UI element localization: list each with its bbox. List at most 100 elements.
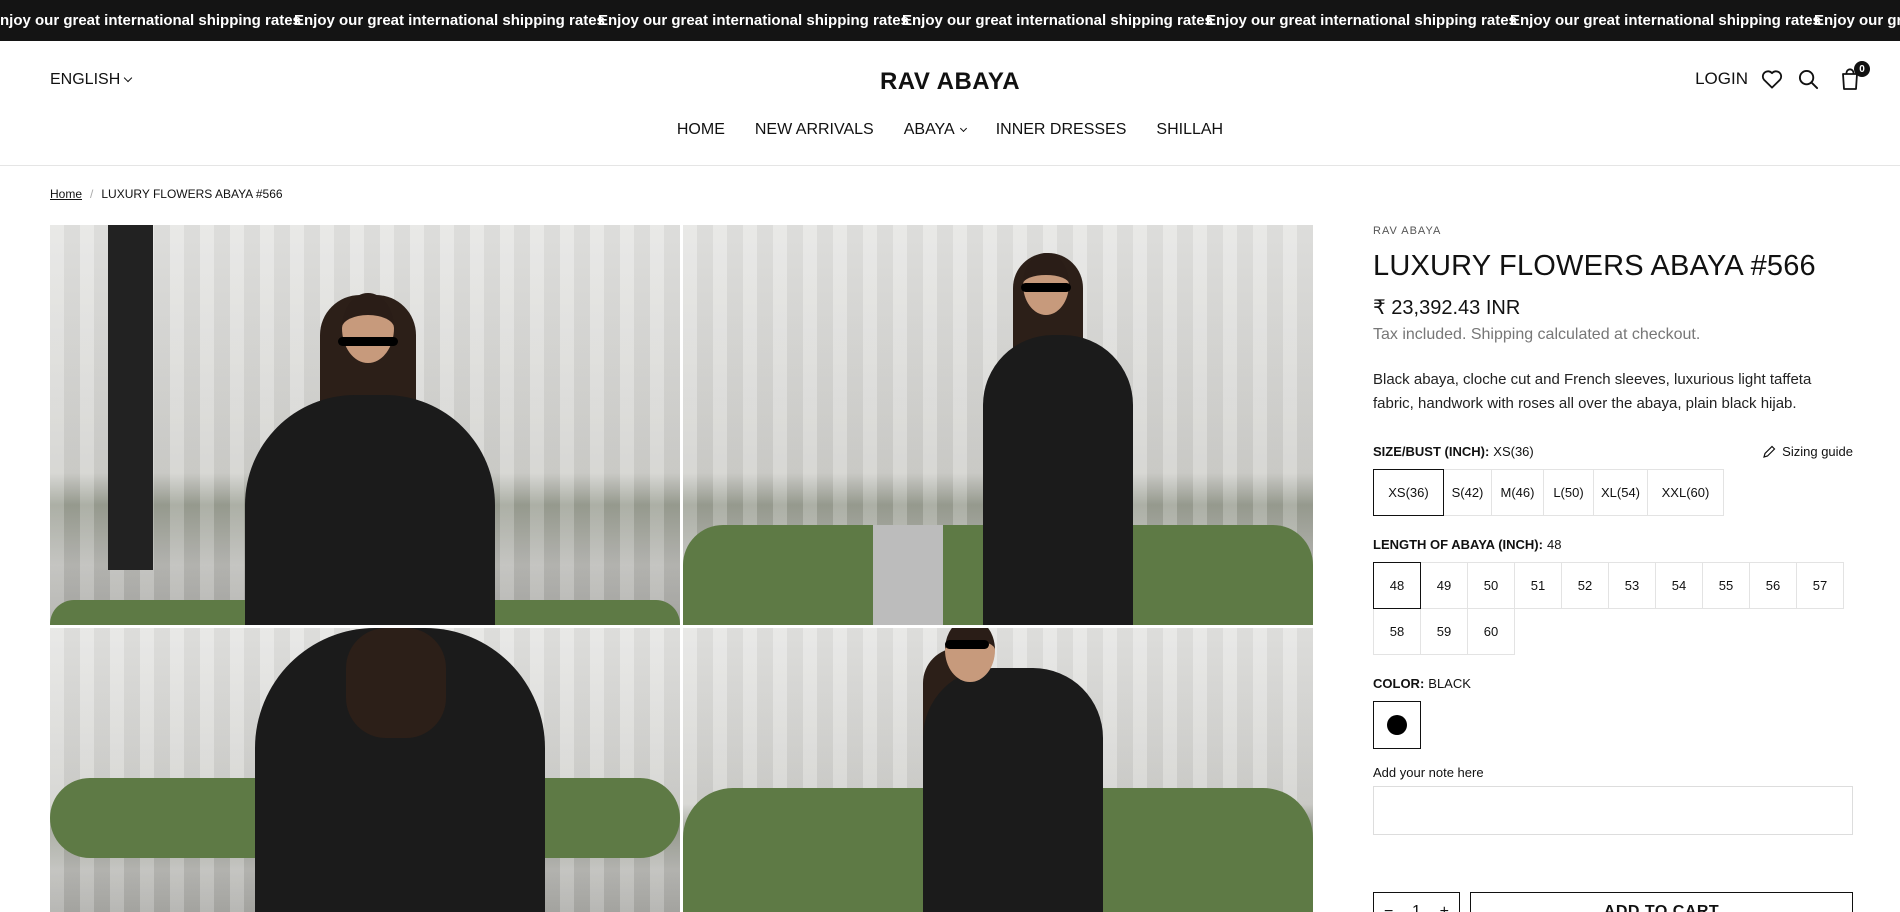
length-option[interactable]: 57 — [1796, 562, 1844, 609]
product-description: Black abaya, cloche cut and French sleev… — [1373, 371, 1812, 412]
product-image-3[interactable] — [50, 628, 680, 912]
site-logo[interactable]: RAV ABAYA — [880, 68, 1020, 95]
sizing-guide-link[interactable]: Sizing guide — [1762, 444, 1853, 459]
add-to-cart-button[interactable]: ADD TO CART — [1470, 892, 1853, 912]
length-option[interactable]: 51 — [1514, 562, 1562, 609]
image-model — [983, 335, 1133, 625]
image-model — [245, 395, 495, 625]
nav-label: NEW ARRIVALS — [754, 121, 874, 138]
header-actions: LOGIN 0 — [1695, 61, 1870, 91]
chevron-down-icon — [959, 124, 967, 132]
color-selected-value: BLACK — [1428, 676, 1471, 691]
announcement-text: Enjoy our great international shipping r… — [902, 12, 1213, 29]
note-group: Add your note here — [1373, 765, 1853, 835]
color-label-row: COLOR: BLACK — [1373, 676, 1853, 691]
color-label: COLOR: — [1373, 676, 1425, 691]
length-option[interactable]: 56 — [1749, 562, 1797, 609]
image-sunglasses — [338, 337, 398, 346]
product-price: ₹ 23,392.43 INR — [1373, 297, 1521, 319]
length-option[interactable]: 53 — [1608, 562, 1656, 609]
length-option[interactable]: 60 — [1467, 608, 1515, 655]
length-selected-value: 48 — [1546, 537, 1562, 552]
breadcrumb-separator: / — [90, 187, 94, 201]
logo-wrapper: RAV ABAYA — [0, 68, 1900, 96]
tax-note: Tax included. Shipping calculated at che… — [1373, 326, 1701, 343]
announcement-text: Enjoy our great international shipping r… — [1814, 12, 1900, 29]
length-option[interactable]: 49 — [1420, 562, 1468, 609]
length-option[interactable]: 59 — [1420, 608, 1468, 655]
size-option[interactable]: XL(54) — [1593, 469, 1648, 516]
size-label: SIZE/BUST (INCH): — [1373, 444, 1490, 459]
product-image-2[interactable] — [683, 225, 1313, 625]
announcement-bar: Enjoy our great international shipping r… — [0, 0, 1900, 41]
length-option[interactable]: 50 — [1467, 562, 1515, 609]
length-option[interactable]: 54 — [1655, 562, 1703, 609]
image-model — [923, 668, 1103, 912]
announcement-text: Enjoy our great international shipping r… — [0, 12, 301, 29]
length-option[interactable]: 52 — [1561, 562, 1609, 609]
product-image-4[interactable] — [683, 628, 1313, 912]
product-image-1[interactable] — [50, 225, 680, 625]
length-label: LENGTH OF ABAYA (INCH): — [1373, 537, 1543, 552]
site-header: ENGLISH RAV ABAYA LOGIN 0 HOME NEW ARRIV… — [0, 41, 1900, 166]
size-option[interactable]: M(46) — [1491, 469, 1544, 516]
image-side-table — [873, 525, 943, 625]
color-swatch-black[interactable] — [1373, 701, 1421, 749]
nav-label: SHILLAH — [1156, 121, 1224, 138]
size-option[interactable]: L(50) — [1543, 469, 1594, 516]
product-vendor: RAV ABAYA — [1373, 225, 1442, 237]
image-doorframe — [108, 225, 153, 570]
language-selector[interactable]: ENGLISH — [50, 71, 133, 89]
image-hair — [346, 628, 446, 738]
nav-item-abaya[interactable]: ABAYA — [904, 121, 967, 139]
size-option[interactable]: S(42) — [1443, 469, 1492, 516]
product-title: LUXURY FLOWERS ABAYA #566 — [1373, 250, 1816, 282]
quantity-decrease-button[interactable]: − — [1384, 903, 1393, 912]
search-icon[interactable] — [1796, 67, 1820, 91]
ruler-pencil-icon — [1763, 445, 1776, 458]
image-sunglasses — [945, 640, 989, 649]
length-option-group: LENGTH OF ABAYA (INCH): 48 48 49 50 51 52 53 5… — [1373, 537, 1853, 655]
chevron-down-icon — [124, 73, 133, 83]
announcement-text: Enjoy our great international shipping r… — [1510, 12, 1821, 29]
size-option[interactable]: XS(36) — [1373, 469, 1444, 516]
quantity-value: 1 — [1412, 903, 1421, 912]
image-sunglasses — [1021, 283, 1071, 292]
breadcrumb-current: LUXURY FLOWERS ABAYA #566 — [101, 187, 283, 201]
login-link[interactable]: LOGIN — [1695, 69, 1748, 89]
product-gallery — [50, 225, 1313, 912]
main-nav: HOME NEW ARRIVALS ABAYA INNER DRESSES SH… — [0, 121, 1900, 139]
swatch-color-dot — [1387, 715, 1407, 735]
breadcrumb: Home / LUXURY FLOWERS ABAYA #566 — [50, 187, 283, 201]
size-option-group: SIZE/BUST (INCH): XS(36) Sizing guide XS… — [1373, 444, 1853, 516]
note-label: Add your note here — [1373, 765, 1484, 780]
quantity-increase-button[interactable]: + — [1440, 903, 1449, 912]
announcement-text: Enjoy our great international shipping r… — [294, 12, 605, 29]
image-head — [342, 293, 394, 363]
size-option[interactable]: XXL(60) — [1647, 469, 1724, 516]
nav-label: INNER DRESSES — [995, 121, 1127, 138]
color-option-group: COLOR: BLACK — [1373, 676, 1853, 749]
nav-item-inner-dresses[interactable]: INNER DRESSES — [996, 121, 1127, 139]
sizing-guide-label: Sizing guide — [1782, 444, 1853, 459]
nav-item-home[interactable]: HOME — [677, 121, 725, 139]
announcement-track: Enjoy our great international shipping r… — [0, 0, 1900, 41]
size-selected-value: XS(36) — [1493, 444, 1534, 459]
length-option[interactable]: 58 — [1373, 608, 1421, 655]
length-label-row: LENGTH OF ABAYA (INCH): 48 — [1373, 537, 1853, 552]
announcement-text: Enjoy our great international shipping r… — [598, 12, 909, 29]
cart-icon[interactable]: 0 — [1838, 61, 1870, 91]
wishlist-icon[interactable] — [1760, 67, 1784, 91]
nav-item-new-arrivals[interactable]: NEW ARRIVALS — [755, 121, 874, 139]
quantity-stepper[interactable]: − 1 + — [1373, 892, 1460, 912]
breadcrumb-home-link[interactable]: Home — [50, 187, 82, 201]
announcement-text: Enjoy our great international shipping r… — [1206, 12, 1517, 29]
length-options: 48 49 50 51 52 53 54 55 56 57 58 59 60 — [1373, 562, 1844, 655]
length-option[interactable]: 48 — [1373, 562, 1421, 609]
cart-count-badge: 0 — [1854, 61, 1870, 77]
note-input[interactable] — [1373, 786, 1853, 835]
product-info: RAV ABAYA LUXURY FLOWERS ABAYA #566 ₹ 23… — [1373, 225, 1853, 912]
size-options: XS(36) S(42) M(46) L(50) XL(54) XXL(60) — [1373, 469, 1853, 516]
length-option[interactable]: 55 — [1702, 562, 1750, 609]
nav-item-shillah[interactable]: SHILLAH — [1156, 121, 1223, 139]
